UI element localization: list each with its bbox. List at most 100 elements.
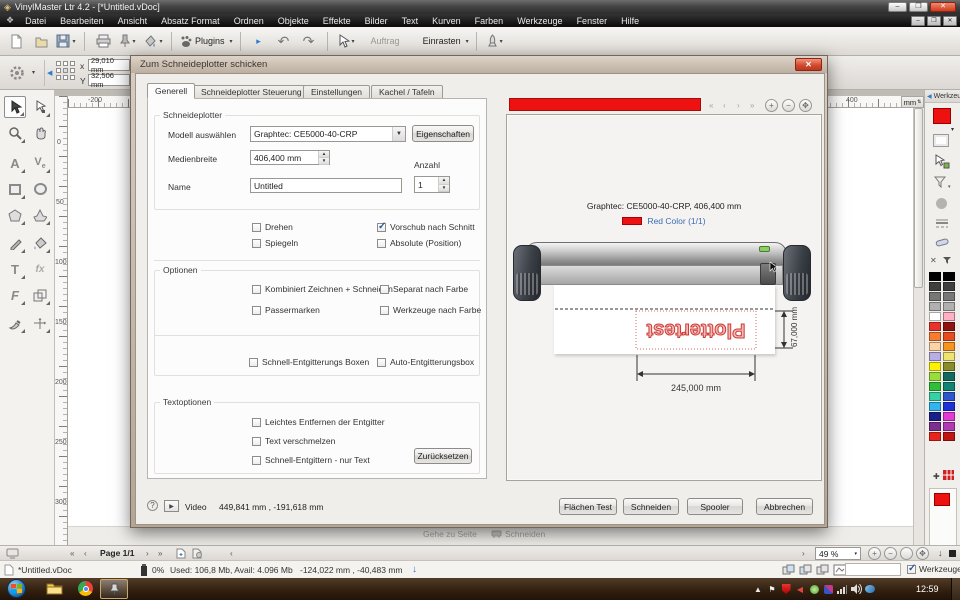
einrasten-label[interactable]: Einrasten: [420, 36, 464, 46]
menu-item[interactable]: Objekte: [271, 14, 316, 27]
palette-swatch[interactable]: [929, 412, 941, 421]
pin-dropdown-icon[interactable]: ▾: [132, 38, 135, 45]
select-tool[interactable]: [4, 96, 26, 118]
text-tool[interactable]: A: [4, 152, 26, 174]
verschmelzen-checkbox[interactable]: [252, 437, 261, 446]
save-dropdown-icon[interactable]: ▾: [72, 38, 75, 45]
palette-swatch[interactable]: [943, 432, 955, 441]
tray-green-badge-icon[interactable]: [808, 583, 820, 595]
next-page-button[interactable]: ›: [146, 549, 149, 558]
menu-item[interactable]: Effekte: [316, 14, 358, 27]
tray-flag-icon[interactable]: ⚑: [766, 583, 778, 595]
tray-red-icon[interactable]: ◀: [794, 583, 806, 595]
palette-swatch[interactable]: [929, 402, 941, 411]
help-icon[interactable]: ?: [147, 500, 158, 511]
select-mode-button[interactable]: ▾: [335, 30, 357, 52]
pan-hand-tool[interactable]: [29, 122, 51, 144]
einrasten-button[interactable]: Einrasten ▾: [420, 30, 469, 52]
schnell-text-checkbox[interactable]: [252, 456, 261, 465]
active-app-taskbar-button[interactable]: [100, 579, 128, 599]
chrome-taskbar-icon[interactable]: [78, 581, 93, 596]
preview-pan-button[interactable]: ✥: [799, 99, 812, 112]
shapes-tool[interactable]: [29, 204, 51, 226]
scroll-right-button[interactable]: ›: [802, 549, 805, 558]
werkzeug-checkbox[interactable]: [907, 565, 916, 574]
arrange-back-icon[interactable]: [782, 564, 795, 578]
palette-swatch[interactable]: [943, 392, 955, 401]
menu-item[interactable]: Kurven: [425, 14, 468, 27]
palette-swatch[interactable]: [943, 342, 955, 351]
gradient-circle-icon[interactable]: [936, 198, 947, 209]
mdi-close-button[interactable]: ✕: [943, 16, 957, 26]
print-button[interactable]: [92, 30, 114, 52]
line-style-icon[interactable]: [935, 218, 949, 231]
model-dropdown-icon[interactable]: ▼: [392, 127, 405, 141]
palette-swatch[interactable]: [929, 302, 941, 311]
palette-swatch[interactable]: [943, 302, 955, 311]
palette-swatch[interactable]: [943, 292, 955, 301]
select-dropdown-icon[interactable]: ▾: [352, 38, 355, 45]
play-icon[interactable]: ▸: [248, 30, 270, 52]
y-coord-field[interactable]: 32,506 mm: [88, 74, 130, 86]
checkbox-schnell-boxen[interactable]: Schnell-Entgitterungs Boxen: [249, 357, 369, 367]
kombiniert-checkbox[interactable]: [252, 285, 261, 294]
zoom-tool[interactable]: [4, 122, 26, 144]
absolute-checkbox[interactable]: [377, 239, 386, 248]
spooler-button[interactable]: Spooler: [687, 498, 743, 515]
checkbox-auto-box[interactable]: Auto-Entgitterungsbox: [377, 357, 474, 367]
menu-item[interactable]: Ordnen: [227, 14, 271, 27]
tray-color-icon[interactable]: [822, 583, 834, 595]
maximize-button[interactable]: ❐: [909, 2, 928, 12]
zoom-out-button[interactable]: −: [884, 547, 897, 560]
model-select[interactable]: Graphtec: CE5000-40-CRP ▼: [250, 126, 406, 142]
checkbox-kombiniert[interactable]: Kombiniert Zeichnen + Schneiden: [252, 284, 393, 294]
fill-dropdown-icon[interactable]: ▾: [159, 38, 162, 45]
start-button[interactable]: [7, 579, 26, 598]
last-color-button[interactable]: »: [750, 101, 754, 110]
palette-swatch[interactable]: [929, 432, 941, 441]
show-desktop-button[interactable]: [951, 578, 960, 600]
tools-panel-header[interactable]: ◀ Werkzeuge: [925, 90, 960, 103]
anzahl-field[interactable]: 1 ▲▼: [414, 176, 450, 193]
pin-tool-button[interactable]: ▾: [117, 30, 139, 52]
x-coord-field[interactable]: 29,010 mm: [88, 59, 130, 71]
leichtes-checkbox[interactable]: [252, 418, 261, 427]
preview-zoom-in-button[interactable]: +: [765, 99, 778, 112]
spiegeln-checkbox[interactable]: [252, 239, 261, 248]
prev-color-button[interactable]: ‹: [723, 101, 726, 110]
dialog-close-button[interactable]: ✕: [795, 58, 822, 71]
palette-filter-icon[interactable]: [942, 256, 952, 267]
palette-swatch[interactable]: [929, 342, 941, 351]
plugins-label[interactable]: Plugins: [192, 36, 228, 46]
node-edit-tool[interactable]: [29, 96, 51, 118]
palette-swatch[interactable]: [943, 372, 955, 381]
next-color-button[interactable]: ›: [737, 101, 740, 110]
tab-generell[interactable]: Generell: [147, 83, 195, 99]
palette-swatch[interactable]: [929, 422, 941, 431]
palette-swatch[interactable]: [929, 372, 941, 381]
rectangle-tool[interactable]: [4, 178, 26, 200]
collapse-panel-icon[interactable]: ◀: [927, 93, 932, 100]
arrange-front-icon[interactable]: [816, 564, 829, 578]
anzahl-spinner[interactable]: ▲▼: [438, 177, 449, 192]
checkbox-absolute[interactable]: Absolute (Position): [377, 238, 461, 248]
plugins-dropdown-icon[interactable]: ▾: [230, 38, 233, 45]
auto-box-checkbox[interactable]: [377, 358, 386, 367]
volume-icon[interactable]: [850, 583, 862, 595]
checkbox-leichtes[interactable]: Leichtes Entfernen der Entgitter: [252, 417, 385, 427]
mdi-minimize-button[interactable]: –: [911, 16, 925, 26]
palette-swatch[interactable]: [929, 382, 941, 391]
tray-weather-icon[interactable]: [864, 583, 876, 595]
menu-item[interactable]: Bilder: [358, 14, 395, 27]
fill-tool-button[interactable]: ▾: [142, 30, 164, 52]
werkzeug-toggle[interactable]: Werkzeuge: [907, 564, 960, 574]
stop-icon[interactable]: [949, 550, 956, 557]
palette-swatch[interactable]: [943, 382, 955, 391]
properties-button[interactable]: Eigenschaften: [412, 125, 474, 142]
palette-swatch[interactable]: [929, 352, 941, 361]
palette-swatch[interactable]: [943, 352, 955, 361]
redo-button[interactable]: ↷: [298, 30, 320, 52]
network-icon[interactable]: [836, 583, 848, 595]
gear-icon[interactable]: [8, 64, 26, 84]
zoom-in-button[interactable]: +: [868, 547, 881, 560]
